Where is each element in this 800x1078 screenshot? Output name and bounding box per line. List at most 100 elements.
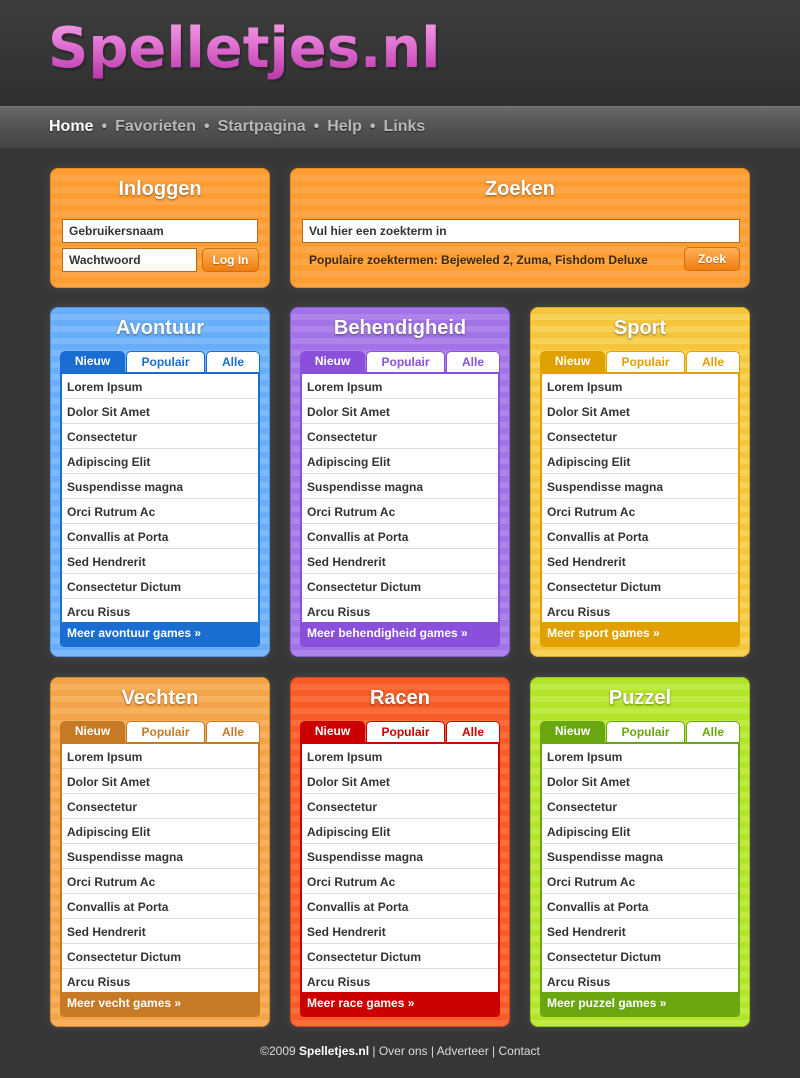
tab-alle[interactable]: Alle <box>206 351 260 373</box>
game-list-item[interactable]: Dolor Sit Amet <box>542 769 738 794</box>
game-list-item[interactable]: Dolor Sit Amet <box>62 399 258 424</box>
nav-help[interactable]: Help <box>327 118 362 136</box>
game-list-item[interactable]: Arcu Risus <box>62 969 258 994</box>
nav-links[interactable]: Links <box>384 118 426 136</box>
game-list-item[interactable]: Convallis at Porta <box>62 894 258 919</box>
tab-alle[interactable]: Alle <box>446 351 500 373</box>
game-list-item[interactable]: Sed Hendrerit <box>62 549 258 574</box>
game-list-item[interactable]: Consectetur Dictum <box>302 944 498 969</box>
game-list-item[interactable]: Consectetur Dictum <box>542 574 738 599</box>
tab-populair[interactable]: Populair <box>126 721 205 743</box>
game-list-item[interactable]: Convallis at Porta <box>302 524 498 549</box>
tab-nieuw[interactable]: Nieuw <box>300 721 365 743</box>
game-list-item[interactable]: Suspendisse magna <box>542 474 738 499</box>
footer-link-adverteer[interactable]: Adverteer <box>437 1044 489 1058</box>
tab-alle[interactable]: Alle <box>446 721 500 743</box>
game-list-item[interactable]: Suspendisse magna <box>62 474 258 499</box>
more-games-link[interactable]: Meer vecht games » <box>62 992 258 1015</box>
game-list-item[interactable]: Lorem Ipsum <box>542 744 738 769</box>
category-box-puzzel: Puzzel Nieuw Populair Alle Lorem Ipsum Dolor … <box>530 677 750 1027</box>
game-list-item[interactable]: Consectetur <box>302 794 498 819</box>
tab-populair[interactable]: Populair <box>606 351 685 373</box>
game-list-item[interactable]: Adipiscing Elit <box>302 819 498 844</box>
game-list-item[interactable]: Arcu Risus <box>302 969 498 994</box>
game-list-item[interactable]: Dolor Sit Amet <box>62 769 258 794</box>
game-list-item[interactable]: Suspendisse magna <box>62 844 258 869</box>
search-input[interactable]: Vul hier een zoekterm in <box>302 219 740 243</box>
game-list-item[interactable]: Suspendisse magna <box>542 844 738 869</box>
game-list-item[interactable]: Consectetur <box>62 424 258 449</box>
game-list-item[interactable]: Adipiscing Elit <box>542 819 738 844</box>
game-list-item[interactable]: Convallis at Porta <box>62 524 258 549</box>
footer-link-over-ons[interactable]: Over ons <box>379 1044 428 1058</box>
game-list-item[interactable]: Consectetur <box>542 794 738 819</box>
game-list-item[interactable]: Dolor Sit Amet <box>302 769 498 794</box>
tab-populair[interactable]: Populair <box>606 721 685 743</box>
tab-nieuw[interactable]: Nieuw <box>60 351 125 373</box>
tab-alle[interactable]: Alle <box>206 721 260 743</box>
game-list-item[interactable]: Consectetur <box>62 794 258 819</box>
game-list-item[interactable]: Orci Rutrum Ac <box>302 499 498 524</box>
nav-home[interactable]: Home <box>49 118 93 136</box>
tab-nieuw[interactable]: Nieuw <box>60 721 125 743</box>
game-list-item[interactable]: Sed Hendrerit <box>302 919 498 944</box>
game-list-item[interactable]: Orci Rutrum Ac <box>62 499 258 524</box>
more-games-link[interactable]: Meer avontuur games » <box>62 622 258 645</box>
game-list-item[interactable]: Dolor Sit Amet <box>302 399 498 424</box>
game-list-item[interactable]: Lorem Ipsum <box>62 744 258 769</box>
game-list-item[interactable]: Adipiscing Elit <box>62 449 258 474</box>
game-list-item[interactable]: Lorem Ipsum <box>542 374 738 399</box>
game-list-item[interactable]: Sed Hendrerit <box>62 919 258 944</box>
game-list-item[interactable]: Convallis at Porta <box>302 894 498 919</box>
site-logo[interactable]: Spelletjes.nl <box>48 14 440 84</box>
tab-alle[interactable]: Alle <box>686 351 740 373</box>
game-list-item[interactable]: Consectetur <box>302 424 498 449</box>
footer-site-name[interactable]: Spelletjes.nl <box>299 1044 369 1058</box>
username-input[interactable]: Gebruikersnaam <box>62 219 258 243</box>
more-games-link[interactable]: Meer behendigheid games » <box>302 622 498 645</box>
game-list-item[interactable]: Orci Rutrum Ac <box>302 869 498 894</box>
game-list-item[interactable]: Consectetur Dictum <box>62 574 258 599</box>
game-list-item[interactable]: Consectetur <box>542 424 738 449</box>
game-list-item[interactable]: Consectetur Dictum <box>62 944 258 969</box>
nav-startpagina[interactable]: Startpagina <box>218 118 306 136</box>
game-list-item[interactable]: Lorem Ipsum <box>62 374 258 399</box>
game-list-item[interactable]: Suspendisse magna <box>302 844 498 869</box>
password-input[interactable]: Wachtwoord <box>62 248 197 272</box>
tab-nieuw[interactable]: Nieuw <box>540 351 605 373</box>
login-button[interactable]: Log In <box>202 248 259 272</box>
more-games-link[interactable]: Meer race games » <box>302 992 498 1015</box>
tab-populair[interactable]: Populair <box>366 721 445 743</box>
game-list-item[interactable]: Consectetur Dictum <box>302 574 498 599</box>
search-button[interactable]: Zoek <box>684 247 740 271</box>
tab-populair[interactable]: Populair <box>366 351 445 373</box>
game-list-item[interactable]: Sed Hendrerit <box>542 919 738 944</box>
game-list-item[interactable]: Adipiscing Elit <box>62 819 258 844</box>
game-list-item[interactable]: Convallis at Porta <box>542 524 738 549</box>
game-list-item[interactable]: Adipiscing Elit <box>302 449 498 474</box>
game-list-item[interactable]: Arcu Risus <box>542 599 738 624</box>
game-list-item[interactable]: Suspendisse magna <box>302 474 498 499</box>
tab-alle[interactable]: Alle <box>686 721 740 743</box>
more-games-link[interactable]: Meer sport games » <box>542 622 738 645</box>
game-list-item[interactable]: Sed Hendrerit <box>542 549 738 574</box>
game-list-item[interactable]: Arcu Risus <box>62 599 258 624</box>
nav-favorieten[interactable]: Favorieten <box>115 118 196 136</box>
game-list-item[interactable]: Dolor Sit Amet <box>542 399 738 424</box>
game-list-item[interactable]: Arcu Risus <box>542 969 738 994</box>
game-list-item[interactable]: Lorem Ipsum <box>302 374 498 399</box>
game-list-item[interactable]: Convallis at Porta <box>542 894 738 919</box>
game-list-item[interactable]: Consectetur Dictum <box>542 944 738 969</box>
tab-populair[interactable]: Populair <box>126 351 205 373</box>
game-list-item[interactable]: Sed Hendrerit <box>302 549 498 574</box>
game-list-item[interactable]: Lorem Ipsum <box>302 744 498 769</box>
game-list-item[interactable]: Orci Rutrum Ac <box>542 869 738 894</box>
more-games-link[interactable]: Meer puzzel games » <box>542 992 738 1015</box>
game-list-item[interactable]: Adipiscing Elit <box>542 449 738 474</box>
game-list-item[interactable]: Orci Rutrum Ac <box>62 869 258 894</box>
footer-link-contact[interactable]: Contact <box>499 1044 540 1058</box>
tab-nieuw[interactable]: Nieuw <box>540 721 605 743</box>
game-list-item[interactable]: Arcu Risus <box>302 599 498 624</box>
game-list-item[interactable]: Orci Rutrum Ac <box>542 499 738 524</box>
tab-nieuw[interactable]: Nieuw <box>300 351 365 373</box>
